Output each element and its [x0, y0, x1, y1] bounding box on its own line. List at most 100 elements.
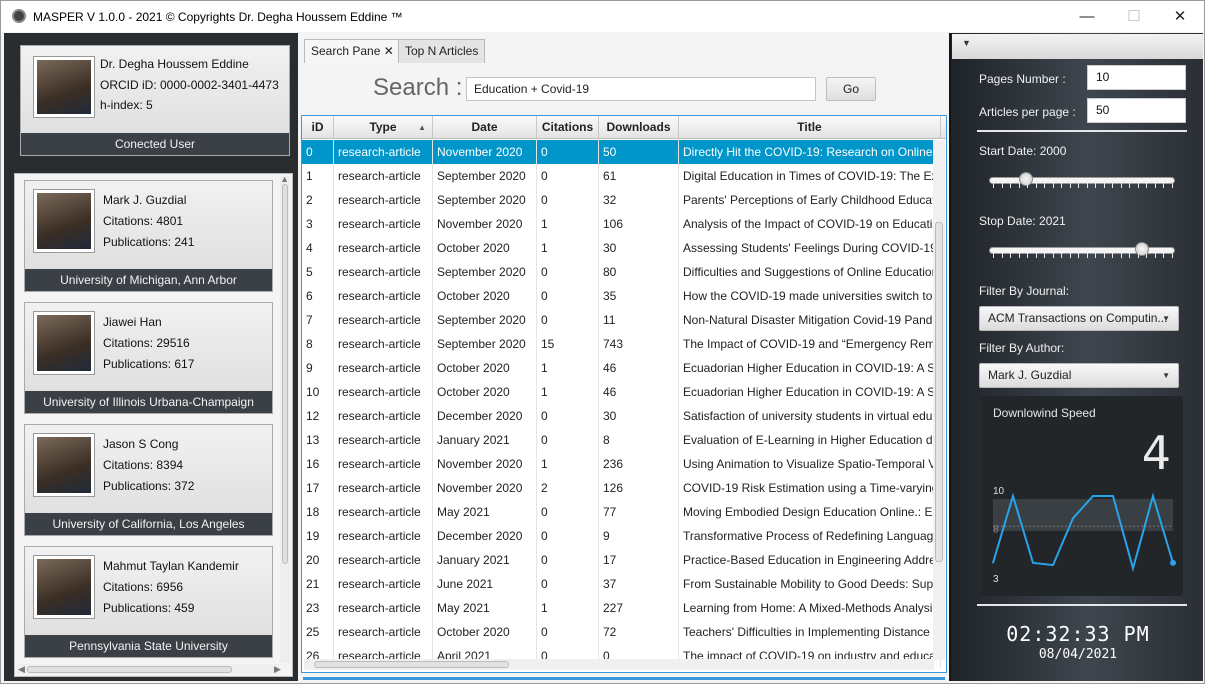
table-cell: research-article: [334, 308, 433, 332]
column-header[interactable]: Type ▲: [334, 116, 433, 139]
user-hindex: h-index: 5: [100, 98, 153, 112]
table-cell: December 2020: [433, 404, 537, 428]
table-row[interactable]: 12 research-article December 2020 0 30 Satisf…: [302, 404, 941, 428]
table-row[interactable]: 13 research-article January 2021 0 8 Evaluati…: [302, 428, 941, 452]
filter-journal-label: Filter By Journal:: [979, 284, 1070, 298]
table-cell: 0: [537, 284, 599, 308]
table-row[interactable]: 0 research-article November 2020 0 50 Directl…: [302, 140, 941, 164]
table-row[interactable]: 19 research-article December 2020 0 9 Transfo…: [302, 524, 941, 548]
table-cell: 72: [599, 620, 679, 644]
table-cell: 12: [302, 404, 334, 428]
table-cell: 106: [599, 212, 679, 236]
author-card[interactable]: Jiawei Han Citations: 29516 Publications…: [24, 302, 273, 414]
table-cell: research-article: [334, 404, 433, 428]
pages-number-field[interactable]: 10: [1087, 65, 1186, 90]
settings-panel-header[interactable]: ▼: [952, 34, 1203, 59]
table-row[interactable]: 18 research-article May 2021 0 77 Moving Embo…: [302, 500, 941, 524]
column-header[interactable]: Title: [679, 116, 941, 139]
go-button[interactable]: Go: [826, 77, 876, 101]
author-card[interactable]: Jason S Cong Citations: 8394 Publication…: [24, 424, 273, 536]
results-table: iD Type ▲ Date Citations Downloads Title 0 rese…: [301, 115, 947, 673]
table-cell: 9: [302, 356, 334, 380]
table-row[interactable]: 23 research-article May 2021 1 227 Learning f…: [302, 596, 941, 620]
table-row[interactable]: 5 research-article September 2020 0 80 Diffic…: [302, 260, 941, 284]
table-row[interactable]: 1 research-article September 2020 0 61 Digita…: [302, 164, 941, 188]
journal-filter-select[interactable]: ACM Transactions on Computin... ▼: [979, 306, 1179, 331]
table-row[interactable]: 2 research-article September 2020 0 32 Parent…: [302, 188, 941, 212]
table-cell: research-article: [334, 548, 433, 572]
table-cell: 0: [537, 620, 599, 644]
author-list-vertical-scrollbar[interactable]: [280, 176, 290, 663]
table-cell: 77: [599, 500, 679, 524]
table-row[interactable]: 4 research-article October 2020 1 30 Assessin…: [302, 236, 941, 260]
speed-chart-tick-label: 3: [993, 574, 999, 585]
author-citations: Citations: 8394: [103, 458, 184, 472]
table-row[interactable]: 10 research-article October 2020 1 46 Ecuador…: [302, 380, 941, 404]
table-row[interactable]: 3 research-article November 2020 1 106 Analys…: [302, 212, 941, 236]
table-row[interactable]: 21 research-article June 2021 0 37 From Susta…: [302, 572, 941, 596]
tab-search-label: Search Pane: [311, 44, 381, 58]
author-photo: [33, 433, 95, 497]
scroll-right-icon[interactable]: ▶: [274, 664, 281, 675]
articles-per-page-field[interactable]: 50: [1087, 98, 1186, 123]
table-row[interactable]: 7 research-article September 2020 0 11 Non-Na…: [302, 308, 941, 332]
table-row[interactable]: 25 research-article October 2020 0 72 Teacher…: [302, 620, 941, 644]
tab-search-pane[interactable]: Search Pane ✕: [304, 39, 401, 63]
scroll-left-icon[interactable]: ◀: [18, 664, 25, 675]
collapse-icon[interactable]: ▼: [962, 38, 971, 48]
speed-chart-point: [1152, 495, 1154, 497]
table-cell: How the COVID-19 made universities switc…: [679, 284, 941, 308]
table-cell: September 2020: [433, 164, 537, 188]
table-row[interactable]: 8 research-article September 2020 15 743 The …: [302, 332, 941, 356]
table-row[interactable]: 17 research-article November 2020 2 126 COVID…: [302, 476, 941, 500]
table-cell: Moving Embodied Design Education Online.…: [679, 500, 941, 524]
maximize-button[interactable]: ☐: [1111, 1, 1157, 32]
table-row[interactable]: 9 research-article October 2020 1 46 Ecuadori…: [302, 356, 941, 380]
author-name: Mahmut Taylan Kandemir: [103, 559, 239, 573]
table-header: iD Type ▲ Date Citations Downloads Title: [302, 116, 946, 139]
author-university: University of California, Los Angeles: [25, 513, 272, 535]
table-cell: October 2020: [433, 380, 537, 404]
author-filter-value: Mark J. Guzdial: [988, 368, 1072, 382]
author-filter-select[interactable]: Mark J. Guzdial ▼: [979, 363, 1179, 388]
column-header[interactable]: Date: [433, 116, 537, 139]
table-cell: 1: [537, 356, 599, 380]
table-cell: 16: [302, 452, 334, 476]
table-cell: 0: [537, 428, 599, 452]
table-row[interactable]: 20 research-article January 2021 0 17 Practic…: [302, 548, 941, 572]
author-card[interactable]: Mahmut Taylan Kandemir Citations: 6956 P…: [24, 546, 273, 658]
column-header[interactable]: Citations: [537, 116, 599, 139]
table-cell: 13: [302, 428, 334, 452]
author-list-horizontal-scrollbar[interactable]: [17, 664, 279, 674]
table-cell: research-article: [334, 452, 433, 476]
table-cell: 10: [302, 380, 334, 404]
settings-panel: ▼ Pages Number : 10 Articles per page : …: [949, 33, 1203, 681]
table-cell: research-article: [334, 212, 433, 236]
column-header[interactable]: iD: [302, 116, 334, 139]
stop-date-slider[interactable]: [989, 240, 1175, 262]
table-cell: Directly Hit the COVID-19: Research on O…: [679, 140, 941, 164]
table-horizontal-scrollbar[interactable]: [304, 659, 934, 670]
table-cell: Difficulties and Suggestions of Online E…: [679, 260, 941, 284]
filter-author-label: Filter By Author:: [979, 341, 1065, 355]
author-university: Pennsylvania State University: [25, 635, 272, 657]
table-bottom-border: [303, 677, 945, 680]
search-input[interactable]: [466, 77, 816, 101]
column-header[interactable]: Downloads: [599, 116, 679, 139]
table-cell: 1: [537, 212, 599, 236]
table-vertical-scrollbar[interactable]: [933, 140, 945, 660]
separator: [977, 130, 1187, 132]
table-row[interactable]: 6 research-article October 2020 0 35 How the …: [302, 284, 941, 308]
table-cell: 15: [537, 332, 599, 356]
author-card[interactable]: Mark J. Guzdial Citations: 4801 Publicat…: [24, 180, 273, 292]
table-row[interactable]: 16 research-article November 2020 1 236 Using…: [302, 452, 941, 476]
start-date-slider[interactable]: [989, 170, 1175, 192]
table-cell: November 2020: [433, 476, 537, 500]
table-cell: Using Animation to Visualize Spatio-Temp…: [679, 452, 941, 476]
tab-top-n-articles[interactable]: Top N Articles: [398, 39, 486, 63]
scroll-up-icon[interactable]: ▲: [280, 174, 289, 184]
minimize-button[interactable]: —: [1064, 1, 1110, 32]
close-window-button[interactable]: ✕: [1157, 1, 1203, 32]
download-speed-widget: Downlowind Speed 4 10 8 3: [981, 396, 1183, 596]
tab-close-icon[interactable]: ✕: [384, 44, 394, 58]
